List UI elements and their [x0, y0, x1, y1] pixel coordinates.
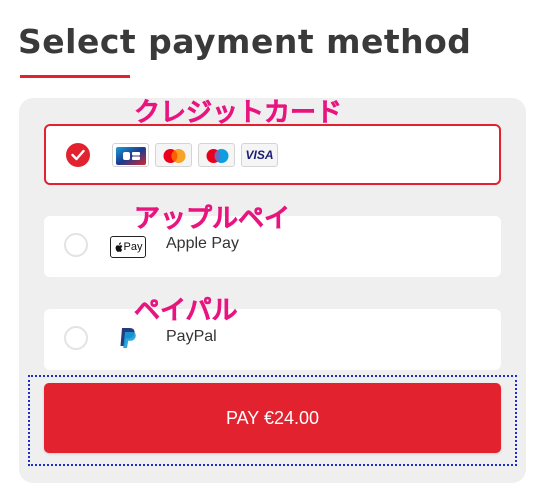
annotation-credit-card: クレジットカード [134, 98, 343, 129]
visa-text: VISA [245, 148, 274, 162]
apple-icon [115, 241, 122, 252]
visa-icon: VISA [241, 143, 278, 167]
paypal-label: PayPal [166, 328, 217, 345]
payment-option-card[interactable]: VISA [44, 124, 501, 185]
annotation-apple-pay: アップルペイ [134, 204, 291, 235]
checkmark-icon [71, 149, 85, 161]
apple-pay-label: Apple Pay [166, 235, 239, 252]
cb-card-icon [112, 143, 149, 167]
payment-option-paypal[interactable]: PayPal [44, 309, 501, 370]
radio-unchecked[interactable] [64, 326, 88, 350]
card-brand-icons: VISA [112, 143, 278, 167]
mastercard-icon [155, 143, 192, 167]
radio-checked[interactable] [66, 143, 90, 167]
page-title: Select payment method [18, 22, 472, 61]
radio-unchecked[interactable] [64, 233, 88, 257]
pay-button[interactable]: PAY €24.00 [44, 383, 501, 453]
maestro-icon [198, 143, 235, 167]
paypal-icon [120, 328, 136, 348]
annotation-paypal: ペイパル [134, 296, 238, 327]
apple-pay-logo-text: Pay [123, 241, 143, 253]
apple-pay-logo: Pay [110, 236, 146, 258]
title-underline [20, 75, 130, 78]
